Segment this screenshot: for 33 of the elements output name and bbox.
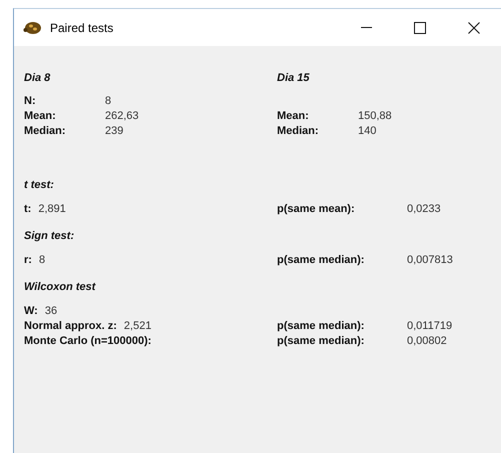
stat-label: Monte Carlo (n=100000):	[24, 334, 152, 346]
stat-label: Normal approx. z:	[24, 320, 117, 332]
stat-value: 0,00802	[407, 334, 447, 346]
stat-label: N:	[24, 94, 37, 106]
stat-value: 8	[105, 94, 112, 106]
window-title: Paired tests	[50, 20, 114, 34]
stat-value: 2,521	[124, 320, 152, 332]
test-heading: Sign test:	[24, 229, 76, 244]
stat-label: p(same median):	[277, 334, 366, 346]
stat-label: W:	[24, 304, 38, 316]
stat-label: p(same median):	[277, 254, 366, 266]
stat-value: 36	[44, 304, 58, 316]
test-heading: Wilcoxon test	[24, 280, 97, 295]
stat-value: 0,0233	[407, 202, 441, 214]
stat-value: 0,007813	[407, 254, 453, 266]
stat-label: t:	[24, 202, 32, 214]
stat-label: Median:	[24, 124, 67, 136]
stat-label: r:	[24, 254, 32, 266]
sample-heading: Dia 8	[24, 71, 52, 86]
stat-value: 150,88	[358, 110, 392, 122]
test-heading: t test:	[24, 178, 55, 193]
stat-value: 239	[105, 124, 124, 136]
sample-heading: Dia 15	[277, 71, 310, 86]
stat-value: 262,63	[105, 110, 139, 122]
stat-value: 0,011719	[407, 320, 452, 332]
stat-label: p(same mean):	[277, 202, 356, 214]
stat-value: 8	[38, 254, 46, 266]
stat-label: Mean:	[24, 110, 57, 122]
stat-value: 2,891	[38, 202, 66, 214]
stat-label: Mean:	[277, 110, 310, 122]
stat-label: Median:	[277, 124, 320, 136]
stat-value: 140	[358, 124, 376, 136]
stat-label: p(same median):	[277, 320, 366, 332]
